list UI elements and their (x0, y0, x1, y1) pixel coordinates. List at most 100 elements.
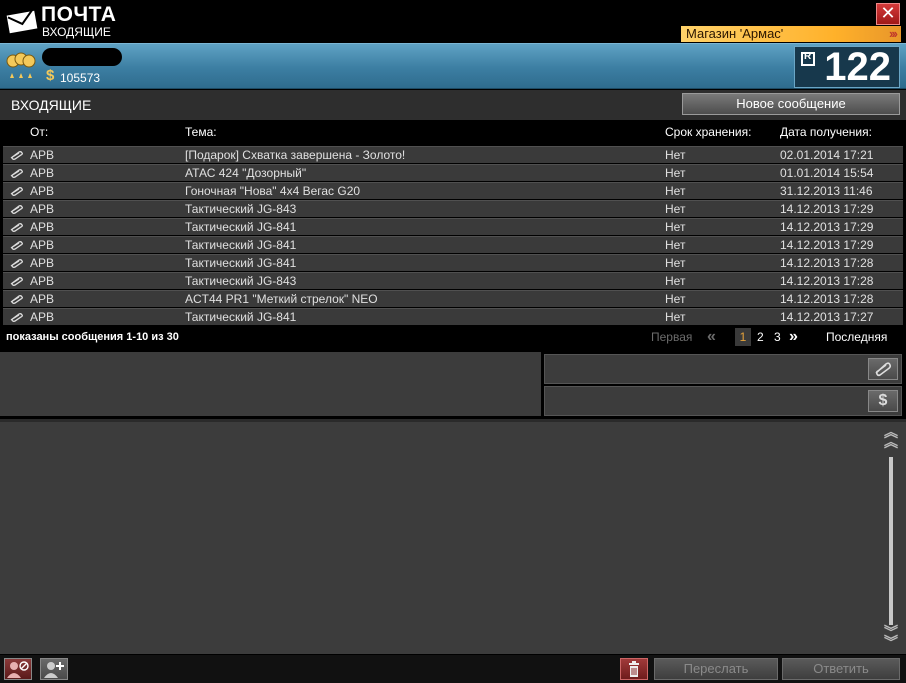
row-from: АРВ (30, 184, 55, 198)
title-bar: ПОЧТА ВХОДЯЩИЕ ✕ Магазин 'Армас' ››› (0, 0, 906, 42)
rank-icon (801, 51, 815, 66)
trash-icon (629, 661, 639, 677)
row-subject: Тактический JG-841 (185, 220, 297, 234)
paperclip-icon (875, 362, 892, 377)
page-3[interactable]: 3 (774, 330, 781, 344)
row-received: 31.12.2013 11:46 (780, 184, 873, 198)
table-row[interactable]: АРВ Тактический JG-843 Нет 14.12.2013 17:29 (3, 200, 903, 217)
column-storage[interactable]: Срок хранения: (665, 125, 751, 139)
row-from: АРВ (30, 238, 55, 252)
row-subject: ACT44 PR1 "Меткий стрелок" NEO (185, 292, 378, 306)
message-header-preview (0, 352, 541, 416)
table-row[interactable]: АРВ Тактический JG-841 Нет 14.12.2013 17:27 (3, 308, 903, 325)
row-storage: Нет (665, 274, 686, 288)
table-row[interactable]: АРВ Тактический JG-841 Нет 14.12.2013 17:28 (3, 254, 903, 271)
section-bar: ВХОДЯЩИЕ Новое сообщение (0, 90, 906, 120)
row-subject: Тактический JG-843 (185, 202, 297, 216)
close-button[interactable]: ✕ (876, 3, 900, 25)
window-subtitle: ВХОДЯЩИЕ (42, 25, 111, 39)
table-row[interactable]: АРВ Тактический JG-841 Нет 14.12.2013 17:29 (3, 236, 903, 253)
attachment-button[interactable] (868, 358, 898, 380)
block-user-icon (7, 661, 29, 678)
attachment-icon (10, 223, 23, 232)
money-button[interactable]: $ (868, 390, 898, 412)
table-row[interactable]: АРВ Тактический JG-843 Нет 14.12.2013 17:28 (3, 272, 903, 289)
delete-button[interactable] (620, 658, 648, 680)
scroll-down-icon[interactable]: ︾ ︾ (881, 625, 901, 651)
row-storage: Нет (665, 184, 686, 198)
table-row[interactable]: АРВ ACT44 PR1 "Меткий стрелок" NEO Нет 14.1… (3, 290, 903, 307)
table-row[interactable]: АРВ [Подарок] Схватка завершена - Золото!… (3, 146, 903, 163)
row-storage: Нет (665, 238, 686, 252)
reply-button[interactable]: Ответить (782, 658, 900, 680)
username-redacted (42, 48, 122, 66)
player-header: $ 105573 122 (0, 43, 906, 89)
money-amount: 105573 (60, 71, 101, 85)
table-row[interactable]: АРВ АТАС 424 "Дозорный" Нет 01.01.2014 15:5… (3, 164, 903, 181)
column-subject[interactable]: Тема: (185, 125, 217, 139)
row-received: 02.01.2014 17:21 (780, 148, 874, 162)
scroll-up-icon[interactable]: ︽ ︽ (881, 425, 901, 451)
column-from[interactable]: От: (30, 125, 48, 139)
row-storage: Нет (665, 310, 686, 324)
shop-tag[interactable]: Магазин 'Армас' ››› (681, 26, 901, 42)
pager: показаны сообщения 1-10 из 30 Первая « 1… (0, 327, 906, 347)
attachment-icon (10, 295, 23, 304)
message-body[interactable]: ︽ ︽ ︾ ︾ (0, 419, 906, 654)
scroll-thumb[interactable] (889, 457, 893, 625)
row-subject: Гоночная "Нова" 4x4 Вегас G20 (185, 184, 361, 198)
row-from: АРВ (30, 256, 55, 270)
last-page-link[interactable]: Последняя (826, 330, 887, 344)
scrollbar[interactable]: ︽ ︽ ︾ ︾ (881, 425, 901, 651)
attachment-box (544, 354, 902, 384)
add-user-icon (44, 662, 64, 678)
page-1[interactable]: 1 (735, 328, 751, 346)
window-title: ПОЧТА (41, 3, 117, 26)
next-page-icon[interactable]: » (789, 328, 798, 346)
forward-button[interactable]: Переслать (654, 658, 778, 680)
message-count: 122 (824, 45, 891, 89)
table-row[interactable]: АРВ Тактический JG-841 Нет 14.12.2013 17:29 (3, 218, 903, 235)
row-subject: [Подарок] Схватка завершена - Золото! (185, 148, 406, 162)
row-from: АРВ (30, 148, 55, 162)
row-storage: Нет (665, 256, 686, 270)
row-received: 14.12.2013 17:27 (780, 310, 874, 324)
chevrons-right-icon: ››› (889, 26, 898, 41)
add-contact-button[interactable] (40, 658, 68, 680)
first-page-link[interactable]: Первая (651, 330, 692, 344)
envelope-icon (6, 8, 38, 34)
row-subject: АТАС 424 "Дозорный" (185, 166, 307, 180)
money-attachment-box: $ (544, 386, 902, 416)
new-message-button[interactable]: Новое сообщение (682, 93, 900, 115)
row-from: АРВ (30, 166, 55, 180)
attachment-icon (10, 187, 23, 196)
row-from: АРВ (30, 292, 55, 306)
table-header: От: Тема: Срок хранения: Дата получения: (0, 121, 906, 143)
prev-page-icon[interactable]: « (707, 328, 716, 346)
attachment-icon (10, 151, 23, 160)
row-from: АРВ (30, 274, 55, 288)
row-received: 14.12.2013 17:28 (780, 274, 874, 288)
row-received: 14.12.2013 17:28 (780, 292, 874, 306)
section-title: ВХОДЯЩИЕ (11, 97, 92, 113)
message-list: АРВ [Подарок] Схватка завершена - Золото!… (0, 146, 906, 326)
row-subject: Тактический JG-841 (185, 238, 297, 252)
attachment-icon (10, 313, 23, 322)
page-2[interactable]: 2 (757, 330, 764, 344)
row-storage: Нет (665, 166, 686, 180)
column-received[interactable]: Дата получения: (780, 125, 872, 139)
attachment-icon (10, 169, 23, 178)
attachment-icon (10, 277, 23, 286)
money-icon: $ (46, 67, 55, 84)
row-received: 14.12.2013 17:29 (780, 202, 874, 216)
block-user-button[interactable] (4, 658, 32, 680)
attachment-icon (10, 241, 23, 250)
row-subject: Тактический JG-841 (185, 256, 297, 270)
table-row[interactable]: АРВ Гоночная "Нова" 4x4 Вегас G20 Нет 31.12… (3, 182, 903, 199)
row-from: АРВ (30, 202, 55, 216)
row-storage: Нет (665, 220, 686, 234)
action-bar: Переслать Ответить (0, 655, 906, 683)
row-received: 14.12.2013 17:28 (780, 256, 874, 270)
row-subject: Тактический JG-841 (185, 310, 297, 324)
row-received: 01.01.2014 15:54 (780, 166, 874, 180)
